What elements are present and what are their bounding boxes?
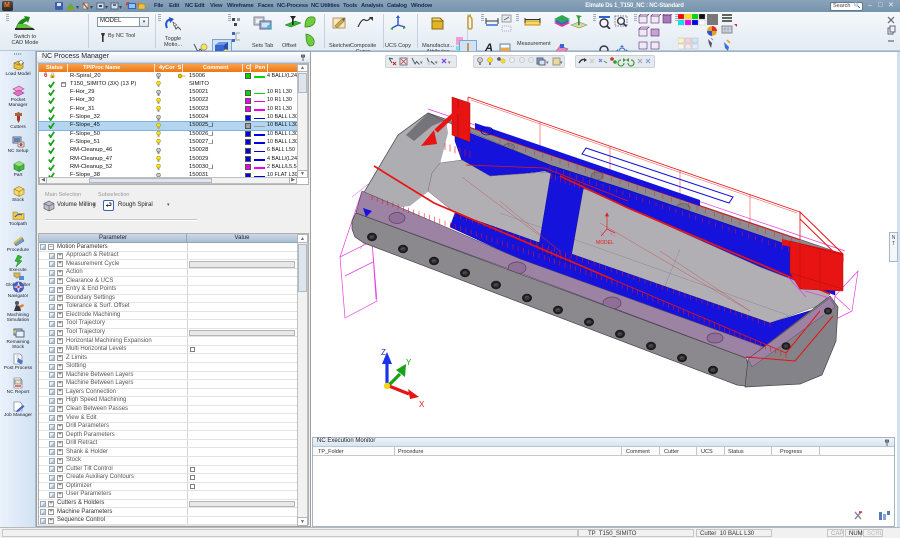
svg-text:▾: ▾ <box>435 60 438 66</box>
svg-text:MODEL: MODEL <box>596 240 614 246</box>
svg-text:X: X <box>419 400 425 409</box>
svg-text:▾: ▾ <box>76 5 79 11</box>
svg-text:Z: Z <box>381 348 386 357</box>
svg-text:Y: Y <box>406 358 412 367</box>
svg-text:▾: ▾ <box>546 60 549 66</box>
svg-text:▾: ▾ <box>420 60 423 66</box>
svg-text:▾: ▾ <box>90 5 93 11</box>
svg-text:▾: ▾ <box>119 5 122 11</box>
svg-text:▾: ▾ <box>560 60 563 66</box>
svg-text:▾: ▾ <box>448 60 451 66</box>
svg-text:▾: ▾ <box>105 5 108 11</box>
